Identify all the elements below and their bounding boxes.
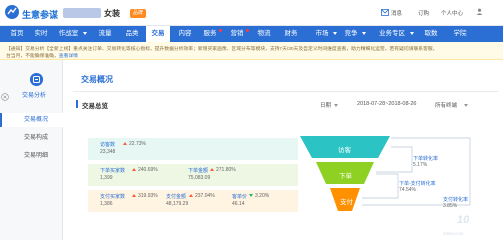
nav-realtime[interactable]: 实时 xyxy=(31,26,51,42)
chevron-down-icon xyxy=(83,32,87,35)
nav-trade[interactable]: 交易 xyxy=(146,26,170,42)
visitors-change: 22.73% xyxy=(129,141,146,147)
nav-content[interactable]: 内容 xyxy=(175,26,195,42)
pay-buyers-value: 1,386 xyxy=(100,201,113,207)
sidebar: 交易分析 交易概况 交易构成 交易明细 xyxy=(0,60,63,240)
down-arrow-icon xyxy=(249,194,253,197)
new-dot xyxy=(246,29,249,32)
up-arrow-icon xyxy=(132,168,136,171)
chevron-down-icon xyxy=(410,32,414,35)
date-range[interactable]: 2018-07-28~2018-08-26 xyxy=(357,101,416,107)
up-arrow-icon xyxy=(123,142,127,145)
nav-traffic[interactable]: 流量 xyxy=(95,26,115,42)
up-arrow-icon xyxy=(189,194,193,197)
visitors-value: 23,348 xyxy=(100,149,116,155)
main-content: 交易概况 交易总览 日期 2018-07-28~2018-08-26 所有终端 … xyxy=(63,60,503,240)
up-arrow-icon xyxy=(210,168,214,171)
watermark-url: 10sej.com xyxy=(443,231,464,236)
new-dot xyxy=(219,29,222,32)
pay-buyers-change: 319.93% xyxy=(138,193,158,199)
nav-business-zone[interactable]: 业务专区 xyxy=(375,26,409,42)
terminal-select[interactable]: 所有终端 xyxy=(435,101,457,109)
nav-market[interactable]: 市场 xyxy=(312,26,332,42)
logo-icon xyxy=(5,5,19,19)
shop-name: 女装 xyxy=(104,9,120,18)
shop-name-masked xyxy=(63,8,101,18)
pay-amount-value: 48,179.29 xyxy=(166,201,189,207)
chevron-down-icon xyxy=(333,32,337,35)
chevron-down-icon xyxy=(464,104,468,107)
metric-band-visitors: 访客数 22.73% 23,348 xyxy=(88,138,298,160)
nav-finance[interactable]: 财务 xyxy=(281,26,301,42)
section-marker xyxy=(76,100,78,108)
conv-pay-value: 74.54% xyxy=(399,187,416,193)
nav-logistics[interactable]: 物流 xyxy=(254,26,274,42)
nav-war-room[interactable]: 作战室 xyxy=(55,26,82,42)
order-buyers-change: 240.69% xyxy=(138,167,158,173)
pay-buyers-label: 支付买家数 xyxy=(100,194,126,200)
conv-order-label: 下单转化率 xyxy=(413,156,439,162)
sidebar-item-composition[interactable]: 交易构成 xyxy=(0,131,63,145)
metric-band-payment: 支付买家数 319.93% 1,386 支付金额 237.04% 48,179.… xyxy=(88,190,298,212)
divider xyxy=(73,91,498,92)
chevron-down-icon xyxy=(362,32,366,35)
shop-badge: 品牌 xyxy=(130,9,147,18)
funnel-label-pay: 支付 xyxy=(340,199,353,206)
up-arrow-icon xyxy=(132,194,136,197)
notice-detail-link[interactable]: 查看详情 xyxy=(59,54,78,59)
unit-price-label: 客单价 xyxy=(232,194,248,200)
metric-band-orders: 下单买家数 240.69% 1,399 下单金额 271.80% 75,083.… xyxy=(88,164,298,186)
order-amount-value: 75,083.09 xyxy=(188,175,211,181)
main-nav: 首页 实时 作战室 流量 品类 交易 内容 服务 营销 物流 财务 市场 竞争 … xyxy=(0,26,503,42)
unit-price-change: 3.20% xyxy=(255,193,270,199)
sidebar-item-overview[interactable]: 交易概况 xyxy=(0,113,63,127)
chevron-down-icon xyxy=(334,104,338,107)
nav-category[interactable]: 品类 xyxy=(122,26,142,42)
conv-pay-label: 下单-支付转化率 xyxy=(399,181,436,187)
sidebar-title: 交易分析 xyxy=(22,93,47,99)
conv-total-label: 支付转化率 xyxy=(443,197,469,203)
collapse-sidebar-icon[interactable] xyxy=(1,93,9,101)
sidebar-item-details[interactable]: 交易明细 xyxy=(0,149,63,163)
top-bar: 生意参谋 女装 品牌 消息 订购 个人中心 xyxy=(0,0,503,26)
pay-amount-label: 支付金额 xyxy=(166,194,187,200)
funnel-label-visitors: 访客 xyxy=(338,147,351,154)
trade-analysis-icon xyxy=(30,73,43,86)
personal-center-link[interactable]: 个人中心 xyxy=(441,9,463,17)
messages-link[interactable]: 消息 xyxy=(391,9,402,17)
nav-home[interactable]: 首页 xyxy=(6,26,28,42)
watermark-logo: 10 xyxy=(457,214,470,226)
visitors-label: 访客数 xyxy=(100,142,116,148)
conv-total-value: 3.85% xyxy=(443,203,458,209)
nav-competition[interactable]: 竞争 xyxy=(341,26,361,42)
nav-service[interactable]: 服务 xyxy=(200,26,220,42)
order-amount-label: 下单金额 xyxy=(188,168,209,174)
app-name[interactable]: 生意参谋 xyxy=(22,8,58,21)
page-title: 交易概况 xyxy=(81,75,113,84)
section-title: 交易总览 xyxy=(82,103,108,110)
notice-text-line2: 台当月，不能确保准确，查看详情 xyxy=(6,54,78,59)
funnel-label-order: 下单 xyxy=(339,173,352,180)
date-label[interactable]: 日期 xyxy=(320,101,331,109)
notice-banner: 【通知】交易分析【全新上线】重点关注订单、交易转化等核心指标，提升数据分析效率；… xyxy=(0,42,503,60)
pay-amount-change: 237.04% xyxy=(195,193,215,199)
order-amount-change: 271.80% xyxy=(216,167,236,173)
notice-text-line1: 【通知】交易分析【全新上线】重点关注订单、交易转化等核心指标，提升数据分析效率；… xyxy=(6,47,438,52)
user-icon[interactable] xyxy=(476,8,483,15)
nav-data-fetch[interactable]: 取数 xyxy=(421,26,441,42)
nav-academy[interactable]: 学院 xyxy=(450,26,470,42)
order-buyers-value: 1,399 xyxy=(100,175,113,181)
nav-marketing[interactable]: 营销 xyxy=(227,26,247,42)
message-icon[interactable] xyxy=(381,9,389,16)
unit-price-value: 46.14 xyxy=(232,201,245,207)
order-buyers-label: 下单买家数 xyxy=(100,168,126,174)
conv-order-value: 5.17% xyxy=(413,162,428,168)
order-link[interactable]: 订购 xyxy=(418,9,429,17)
